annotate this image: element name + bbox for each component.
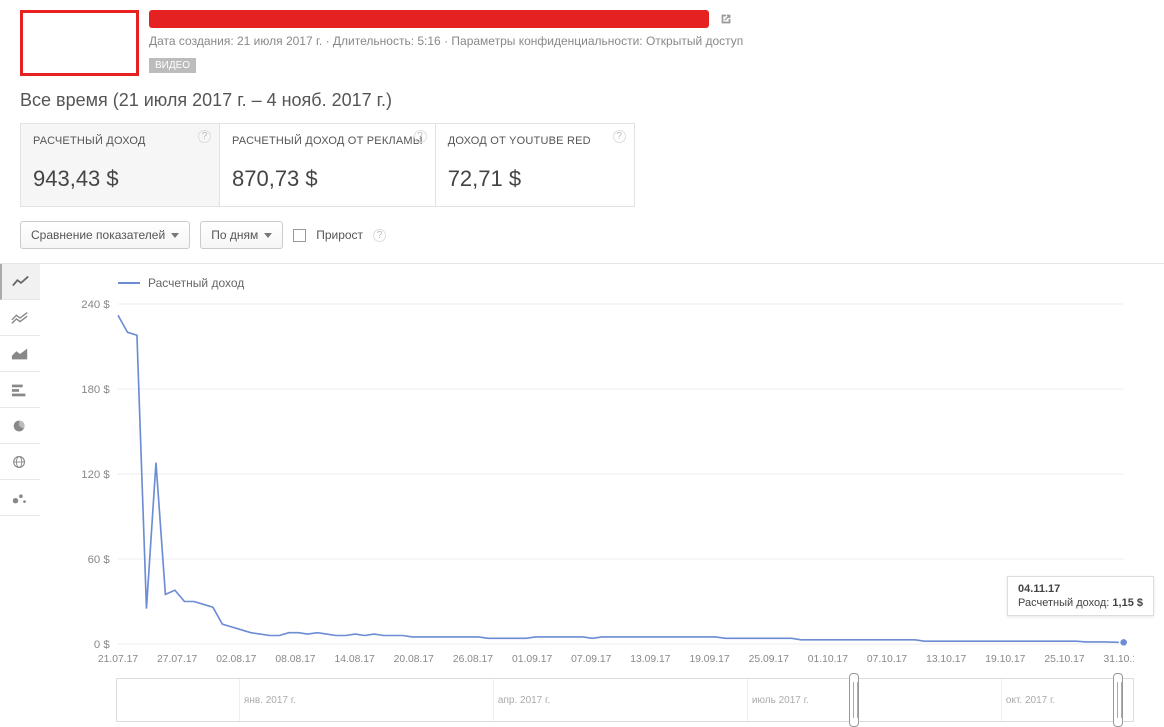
svg-text:240 $: 240 $ <box>81 299 110 311</box>
svg-text:07.09.17: 07.09.17 <box>571 654 612 665</box>
timeline-overview[interactable]: янв. 2017 г. апр. 2017 г. июль 2017 г. о… <box>116 678 1134 722</box>
chart-tooltip: 04.11.17 Расчетный доход: 1,15 $ <box>1007 576 1154 616</box>
compare-metrics-button[interactable]: Сравнение показателей <box>20 221 190 249</box>
video-thumbnail[interactable] <box>20 10 139 76</box>
compare-label: Сравнение показателей <box>31 228 165 242</box>
svg-text:07.10.17: 07.10.17 <box>867 654 908 665</box>
chart-legend: Расчетный доход <box>58 276 1134 294</box>
overview-tick: янв. 2017 г. <box>239 679 296 721</box>
svg-text:180 $: 180 $ <box>81 384 110 396</box>
pie-chart-icon[interactable] <box>0 408 40 444</box>
svg-text:120 $: 120 $ <box>81 469 110 481</box>
video-title-redacted <box>149 10 709 28</box>
tooltip-label: Расчетный доход: <box>1018 597 1109 609</box>
help-icon[interactable]: ? <box>373 229 386 242</box>
area-chart-icon[interactable] <box>0 336 40 372</box>
bar-chart-icon[interactable] <box>0 372 40 408</box>
bubble-chart-icon[interactable] <box>0 480 40 516</box>
svg-text:19.09.17: 19.09.17 <box>689 654 730 665</box>
created-date: Дата создания: 21 июля 2017 г. <box>149 34 322 48</box>
overview-tick: апр. 2017 г. <box>493 679 550 721</box>
svg-text:14.08.17: 14.08.17 <box>335 654 376 665</box>
globe-chart-icon[interactable] <box>0 444 40 480</box>
video-header: Дата создания: 21 июля 2017 г. · Длитель… <box>0 0 1164 76</box>
card-value: 72,71 $ <box>448 166 622 192</box>
card-title: РАСЧЕТНЫЙ ДОХОД <box>33 134 207 162</box>
card-youtube-red-revenue[interactable]: ? ДОХОД ОТ YOUTUBE RED 72,71 $ <box>435 123 635 207</box>
granularity-label: По дням <box>211 228 258 242</box>
tooltip-value: 1,15 $ <box>1112 597 1143 609</box>
video-duration: Длительность: 5:16 <box>333 34 441 48</box>
tooltip-date: 04.11.17 <box>1018 583 1143 595</box>
chart-type-sidebar <box>0 264 40 722</box>
legend-swatch <box>118 282 140 284</box>
revenue-line-chart[interactable]: 0 $ 60 $ 120 $ 180 $ 240 $ 21.07.17 27.07.17 02… <box>58 294 1134 674</box>
external-link-icon[interactable] <box>719 12 733 26</box>
growth-label: Прирост <box>316 228 363 242</box>
svg-text:08.08.17: 08.08.17 <box>275 654 316 665</box>
help-icon[interactable]: ? <box>198 130 211 143</box>
card-value: 870,73 $ <box>232 166 423 192</box>
overview-tick: окт. 2017 г. <box>1001 679 1055 721</box>
svg-text:27.07.17: 27.07.17 <box>157 654 198 665</box>
multi-line-chart-icon[interactable] <box>0 300 40 336</box>
svg-text:19.10.17: 19.10.17 <box>985 654 1026 665</box>
svg-text:01.09.17: 01.09.17 <box>512 654 553 665</box>
svg-text:13.10.17: 13.10.17 <box>926 654 967 665</box>
svg-text:13.09.17: 13.09.17 <box>630 654 671 665</box>
card-estimated-revenue[interactable]: ? РАСЧЕТНЫЙ ДОХОД 943,43 $ <box>20 123 220 207</box>
legend-series-name: Расчетный доход <box>148 276 244 290</box>
svg-text:21.07.17: 21.07.17 <box>98 654 139 665</box>
growth-checkbox[interactable] <box>293 229 306 242</box>
svg-text:02.08.17: 02.08.17 <box>216 654 257 665</box>
time-granularity-button[interactable]: По дням <box>200 221 283 249</box>
card-title: РАСЧЕТНЫЙ ДОХОД ОТ РЕКЛАМЫ <box>232 134 423 162</box>
svg-text:25.09.17: 25.09.17 <box>749 654 790 665</box>
svg-text:26.08.17: 26.08.17 <box>453 654 494 665</box>
date-range: Все время (21 июля 2017 г. – 4 нояб. 201… <box>0 76 1164 123</box>
svg-text:20.08.17: 20.08.17 <box>394 654 435 665</box>
svg-text:25.10.17: 25.10.17 <box>1044 654 1085 665</box>
svg-text:0 $: 0 $ <box>94 639 111 651</box>
video-title-row <box>149 10 1144 28</box>
video-type-badge: ВИДЕО <box>149 58 196 73</box>
video-privacy: Параметры конфиденциальности: Открытый д… <box>451 34 743 48</box>
card-value: 943,43 $ <box>33 166 207 192</box>
svg-text:31.10.17: 31.10.17 <box>1104 654 1134 665</box>
svg-text:01.10.17: 01.10.17 <box>808 654 849 665</box>
svg-text:60 $: 60 $ <box>88 554 111 566</box>
range-handle-end[interactable] <box>1113 673 1123 727</box>
line-chart-icon[interactable] <box>0 264 40 300</box>
card-ad-revenue[interactable]: ? РАСЧЕТНЫЙ ДОХОД ОТ РЕКЛАМЫ 870,73 $ <box>219 123 436 207</box>
help-icon[interactable]: ? <box>414 130 427 143</box>
range-handle-start[interactable] <box>849 673 859 727</box>
chevron-down-icon <box>264 233 272 238</box>
overview-tick: июль 2017 г. <box>747 679 809 721</box>
card-title: ДОХОД ОТ YOUTUBE RED <box>448 134 622 162</box>
video-meta: Дата создания: 21 июля 2017 г. · Длитель… <box>149 34 1144 48</box>
help-icon[interactable]: ? <box>613 130 626 143</box>
chevron-down-icon <box>171 233 179 238</box>
